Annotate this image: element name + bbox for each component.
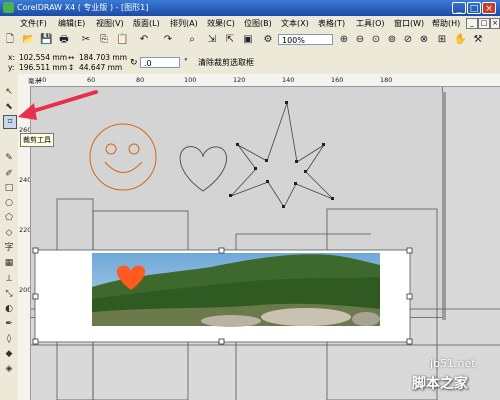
annotation-arrow [18,90,98,120]
watermark-logo: 脚本之家 [412,376,468,392]
watermark-url: jb51.net [430,357,476,370]
crop-tool-tooltip: 裁剪工具 [20,133,54,147]
